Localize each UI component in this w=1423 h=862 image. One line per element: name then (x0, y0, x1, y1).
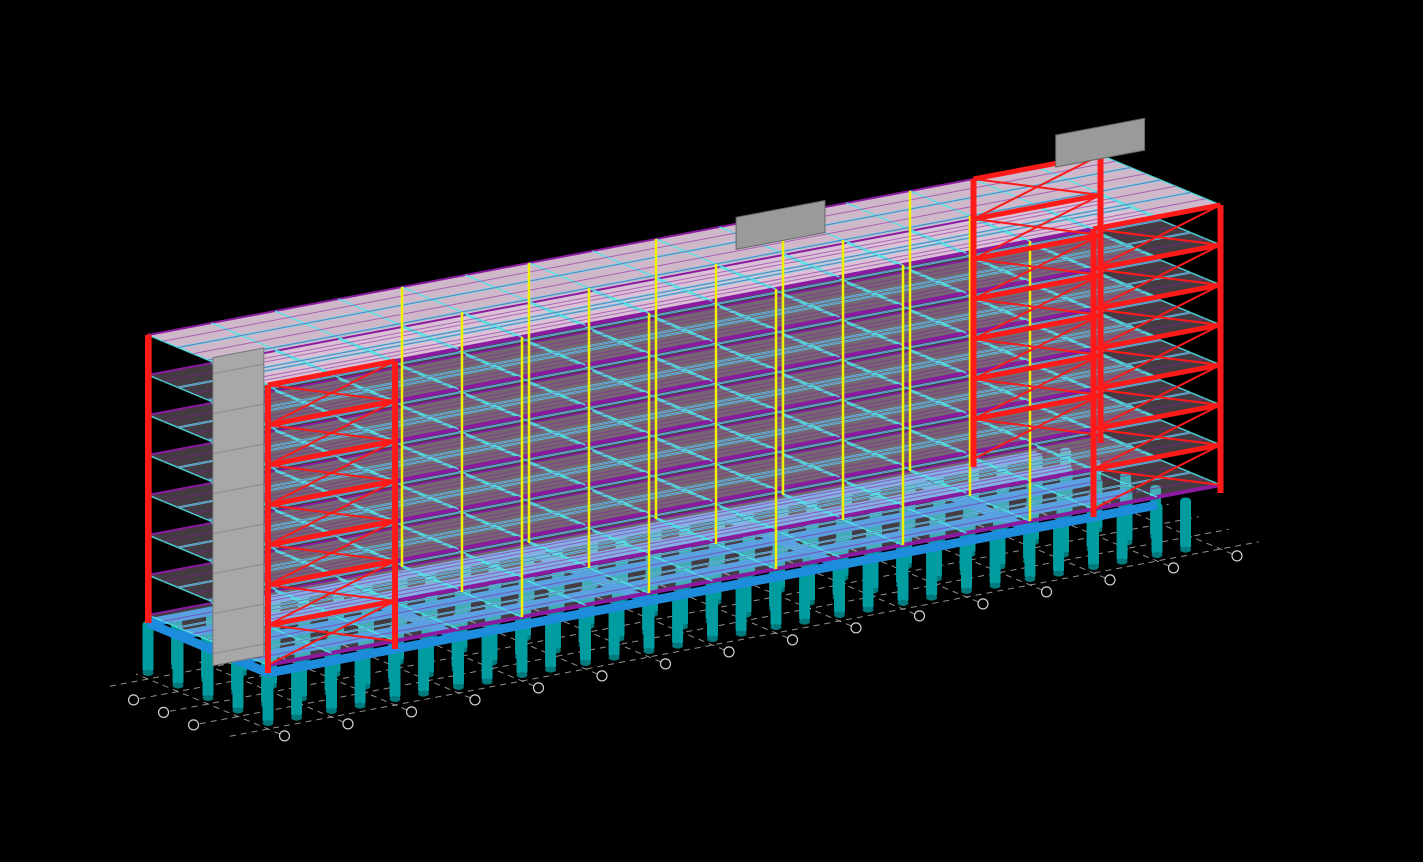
pile-base (172, 682, 184, 689)
pile-base (389, 696, 401, 702)
pile-base (1116, 558, 1128, 565)
pile-base (291, 714, 303, 721)
pile (989, 533, 1001, 586)
pile (799, 569, 811, 622)
pile-base (481, 678, 493, 685)
pile (1116, 509, 1128, 562)
pile-base (142, 670, 154, 676)
pile-base (545, 666, 557, 673)
pile (516, 623, 528, 675)
pile-base (672, 642, 684, 649)
pile-base (735, 630, 747, 637)
pile-base (707, 636, 718, 642)
pile (453, 635, 464, 687)
pile (291, 665, 303, 718)
pile (608, 605, 620, 658)
pile (354, 653, 366, 706)
structural-3d-model[interactable] (0, 0, 1423, 862)
pile (1151, 503, 1163, 555)
pile (834, 563, 845, 615)
pile (580, 611, 591, 663)
pile (926, 545, 938, 598)
pile (262, 671, 274, 723)
grid-bubble (913, 610, 926, 622)
pile (862, 557, 874, 610)
grid-bubble (723, 646, 735, 658)
pile-base (643, 648, 655, 654)
pile (707, 587, 718, 639)
pile (672, 593, 684, 646)
pile (897, 551, 909, 603)
grid-bubble (405, 706, 418, 718)
pile-base (608, 654, 620, 661)
grid-bubble (278, 730, 291, 742)
grid-bubble (786, 634, 799, 646)
pile-base (326, 708, 337, 714)
pile-base (961, 588, 972, 594)
pile-base (834, 612, 845, 618)
pile-base (1053, 570, 1065, 577)
grid-bubble (342, 718, 354, 730)
grid-bubble (977, 598, 989, 610)
pile-base (418, 690, 430, 697)
pile-base (1151, 552, 1163, 558)
grid-bubble (596, 670, 608, 682)
model-viewport[interactable] (0, 0, 1423, 862)
pile (1180, 497, 1192, 550)
pile (545, 617, 557, 670)
pile (326, 659, 337, 711)
pile-base (862, 606, 874, 613)
pile (735, 581, 747, 634)
pile (961, 539, 972, 591)
pile-base (202, 695, 214, 701)
pile (770, 575, 782, 627)
pile (1088, 515, 1099, 567)
grid-bubble (850, 622, 862, 634)
grid-bubble (1040, 586, 1053, 598)
pile-base (232, 707, 244, 714)
pile-base (799, 618, 811, 625)
pile (418, 641, 430, 694)
core-wall (212, 347, 265, 667)
grid-bubble (532, 682, 545, 694)
pile (643, 599, 655, 651)
grid-bubble (157, 706, 170, 719)
pile-base (989, 582, 1001, 589)
pile (1053, 521, 1065, 574)
grid-bubble (469, 694, 481, 706)
grid-bubble (1167, 562, 1180, 574)
grid-bubble (659, 658, 672, 670)
pile-base (354, 702, 366, 709)
grid-bubble (1231, 550, 1243, 562)
pile-base (897, 600, 909, 606)
grid-bubble (187, 719, 200, 731)
grid-bubble (1104, 574, 1116, 586)
pile-base (1088, 564, 1099, 570)
pile-base (516, 672, 528, 678)
pile (1024, 527, 1036, 579)
pile-base (453, 684, 464, 690)
grid-bubble (127, 694, 140, 706)
pile-base (580, 660, 591, 666)
pile-base (262, 720, 274, 726)
pile (481, 629, 493, 682)
pile-base (926, 594, 938, 601)
pile (389, 647, 401, 699)
pile-base (1180, 546, 1192, 553)
pile-base (770, 624, 782, 630)
pile-base (1024, 576, 1036, 582)
